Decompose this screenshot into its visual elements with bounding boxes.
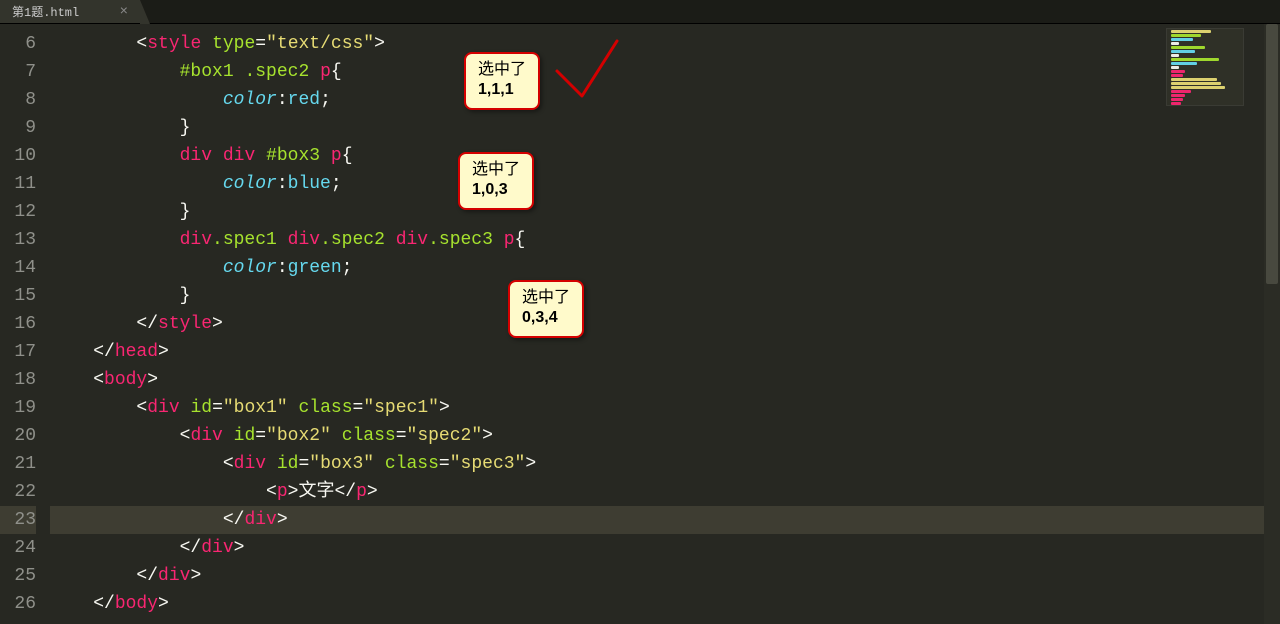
line-number: 13 [0,226,36,254]
line-number: 17 [0,338,36,366]
close-icon[interactable]: × [120,5,128,19]
code-line[interactable]: div.spec1 div.spec2 div.spec3 p{ [50,226,1264,254]
code-line[interactable]: </div> [50,506,1264,534]
callout-value: 1,0,3 [472,180,520,200]
callout-label: 选中了 [478,60,526,80]
checkmark-icon [552,36,622,106]
line-number: 10 [0,142,36,170]
tab-title: 第1题.html [12,3,79,20]
minimap-line [1171,78,1217,81]
callout-value: 0,3,4 [522,308,570,328]
minimap-line [1171,62,1197,65]
code-line[interactable]: } [50,198,1264,226]
code-line[interactable]: </head> [50,338,1264,366]
line-number: 12 [0,198,36,226]
line-number-gutter: 67891011121314151617181920212223242526 [0,24,50,624]
code-line[interactable]: <div id="box2" class="spec2"> [50,422,1264,450]
minimap-line [1171,98,1183,101]
line-number: 25 [0,562,36,590]
line-number: 14 [0,254,36,282]
code-area[interactable]: <style type="text/css"> #box1 .spec2 p{ … [50,24,1264,624]
minimap-line [1171,66,1179,69]
code-line[interactable]: #box1 .spec2 p{ [50,58,1264,86]
code-line[interactable]: color:blue; [50,170,1264,198]
code-line[interactable]: <div id="box3" class="spec3"> [50,450,1264,478]
code-line[interactable]: } [50,114,1264,142]
minimap-line [1171,74,1183,77]
file-tab[interactable]: 第1题.html × [0,0,140,23]
code-line[interactable]: </div> [50,562,1264,590]
minimap-line [1171,90,1191,93]
scrollbar-thumb[interactable] [1266,24,1278,284]
code-line[interactable]: } [50,282,1264,310]
line-number: 26 [0,590,36,618]
annotation-callout: 选中了1,0,3 [458,152,534,210]
line-number: 7 [0,58,36,86]
code-line[interactable]: </div> [50,534,1264,562]
line-number: 11 [0,170,36,198]
callout-label: 选中了 [522,288,570,308]
annotation-callout: 选中了0,3,4 [508,280,584,338]
line-number: 21 [0,450,36,478]
editor-main: 67891011121314151617181920212223242526 <… [0,24,1280,624]
line-number: 24 [0,534,36,562]
minimap-line [1171,54,1179,57]
code-line[interactable]: color:green; [50,254,1264,282]
line-number: 16 [0,310,36,338]
line-number: 6 [0,30,36,58]
line-number: 9 [0,114,36,142]
minimap-line [1171,30,1211,33]
minimap[interactable] [1166,28,1244,106]
tab-bar: 第1题.html × [0,0,1280,24]
line-number: 23 [0,506,36,534]
line-number: 22 [0,478,36,506]
line-number: 15 [0,282,36,310]
code-line[interactable]: color:red; [50,86,1264,114]
editor-wrap: 67891011121314151617181920212223242526 <… [0,24,1264,624]
code-line[interactable]: <style type="text/css"> [50,30,1264,58]
code-line[interactable]: div div #box3 p{ [50,142,1264,170]
callout-label: 选中了 [472,160,520,180]
minimap-line [1171,34,1201,37]
line-number: 8 [0,86,36,114]
code-line[interactable]: <body> [50,366,1264,394]
minimap-line [1171,86,1225,89]
minimap-line [1171,46,1205,49]
minimap-line [1171,70,1185,73]
line-number: 18 [0,366,36,394]
minimap-line [1171,82,1221,85]
code-line[interactable]: </style> [50,310,1264,338]
code-line[interactable]: <p>文字</p> [50,478,1264,506]
minimap-line [1171,102,1181,105]
annotation-callout: 选中了1,1,1 [464,52,540,110]
code-line[interactable]: </body> [50,590,1264,618]
minimap-line [1171,94,1185,97]
minimap-line [1171,58,1219,61]
minimap-line [1171,50,1195,53]
minimap-line [1171,42,1179,45]
line-number: 20 [0,422,36,450]
code-line[interactable]: <div id="box1" class="spec1"> [50,394,1264,422]
vertical-scrollbar[interactable] [1264,24,1280,624]
line-number: 19 [0,394,36,422]
minimap-line [1171,38,1193,41]
callout-value: 1,1,1 [478,80,526,100]
